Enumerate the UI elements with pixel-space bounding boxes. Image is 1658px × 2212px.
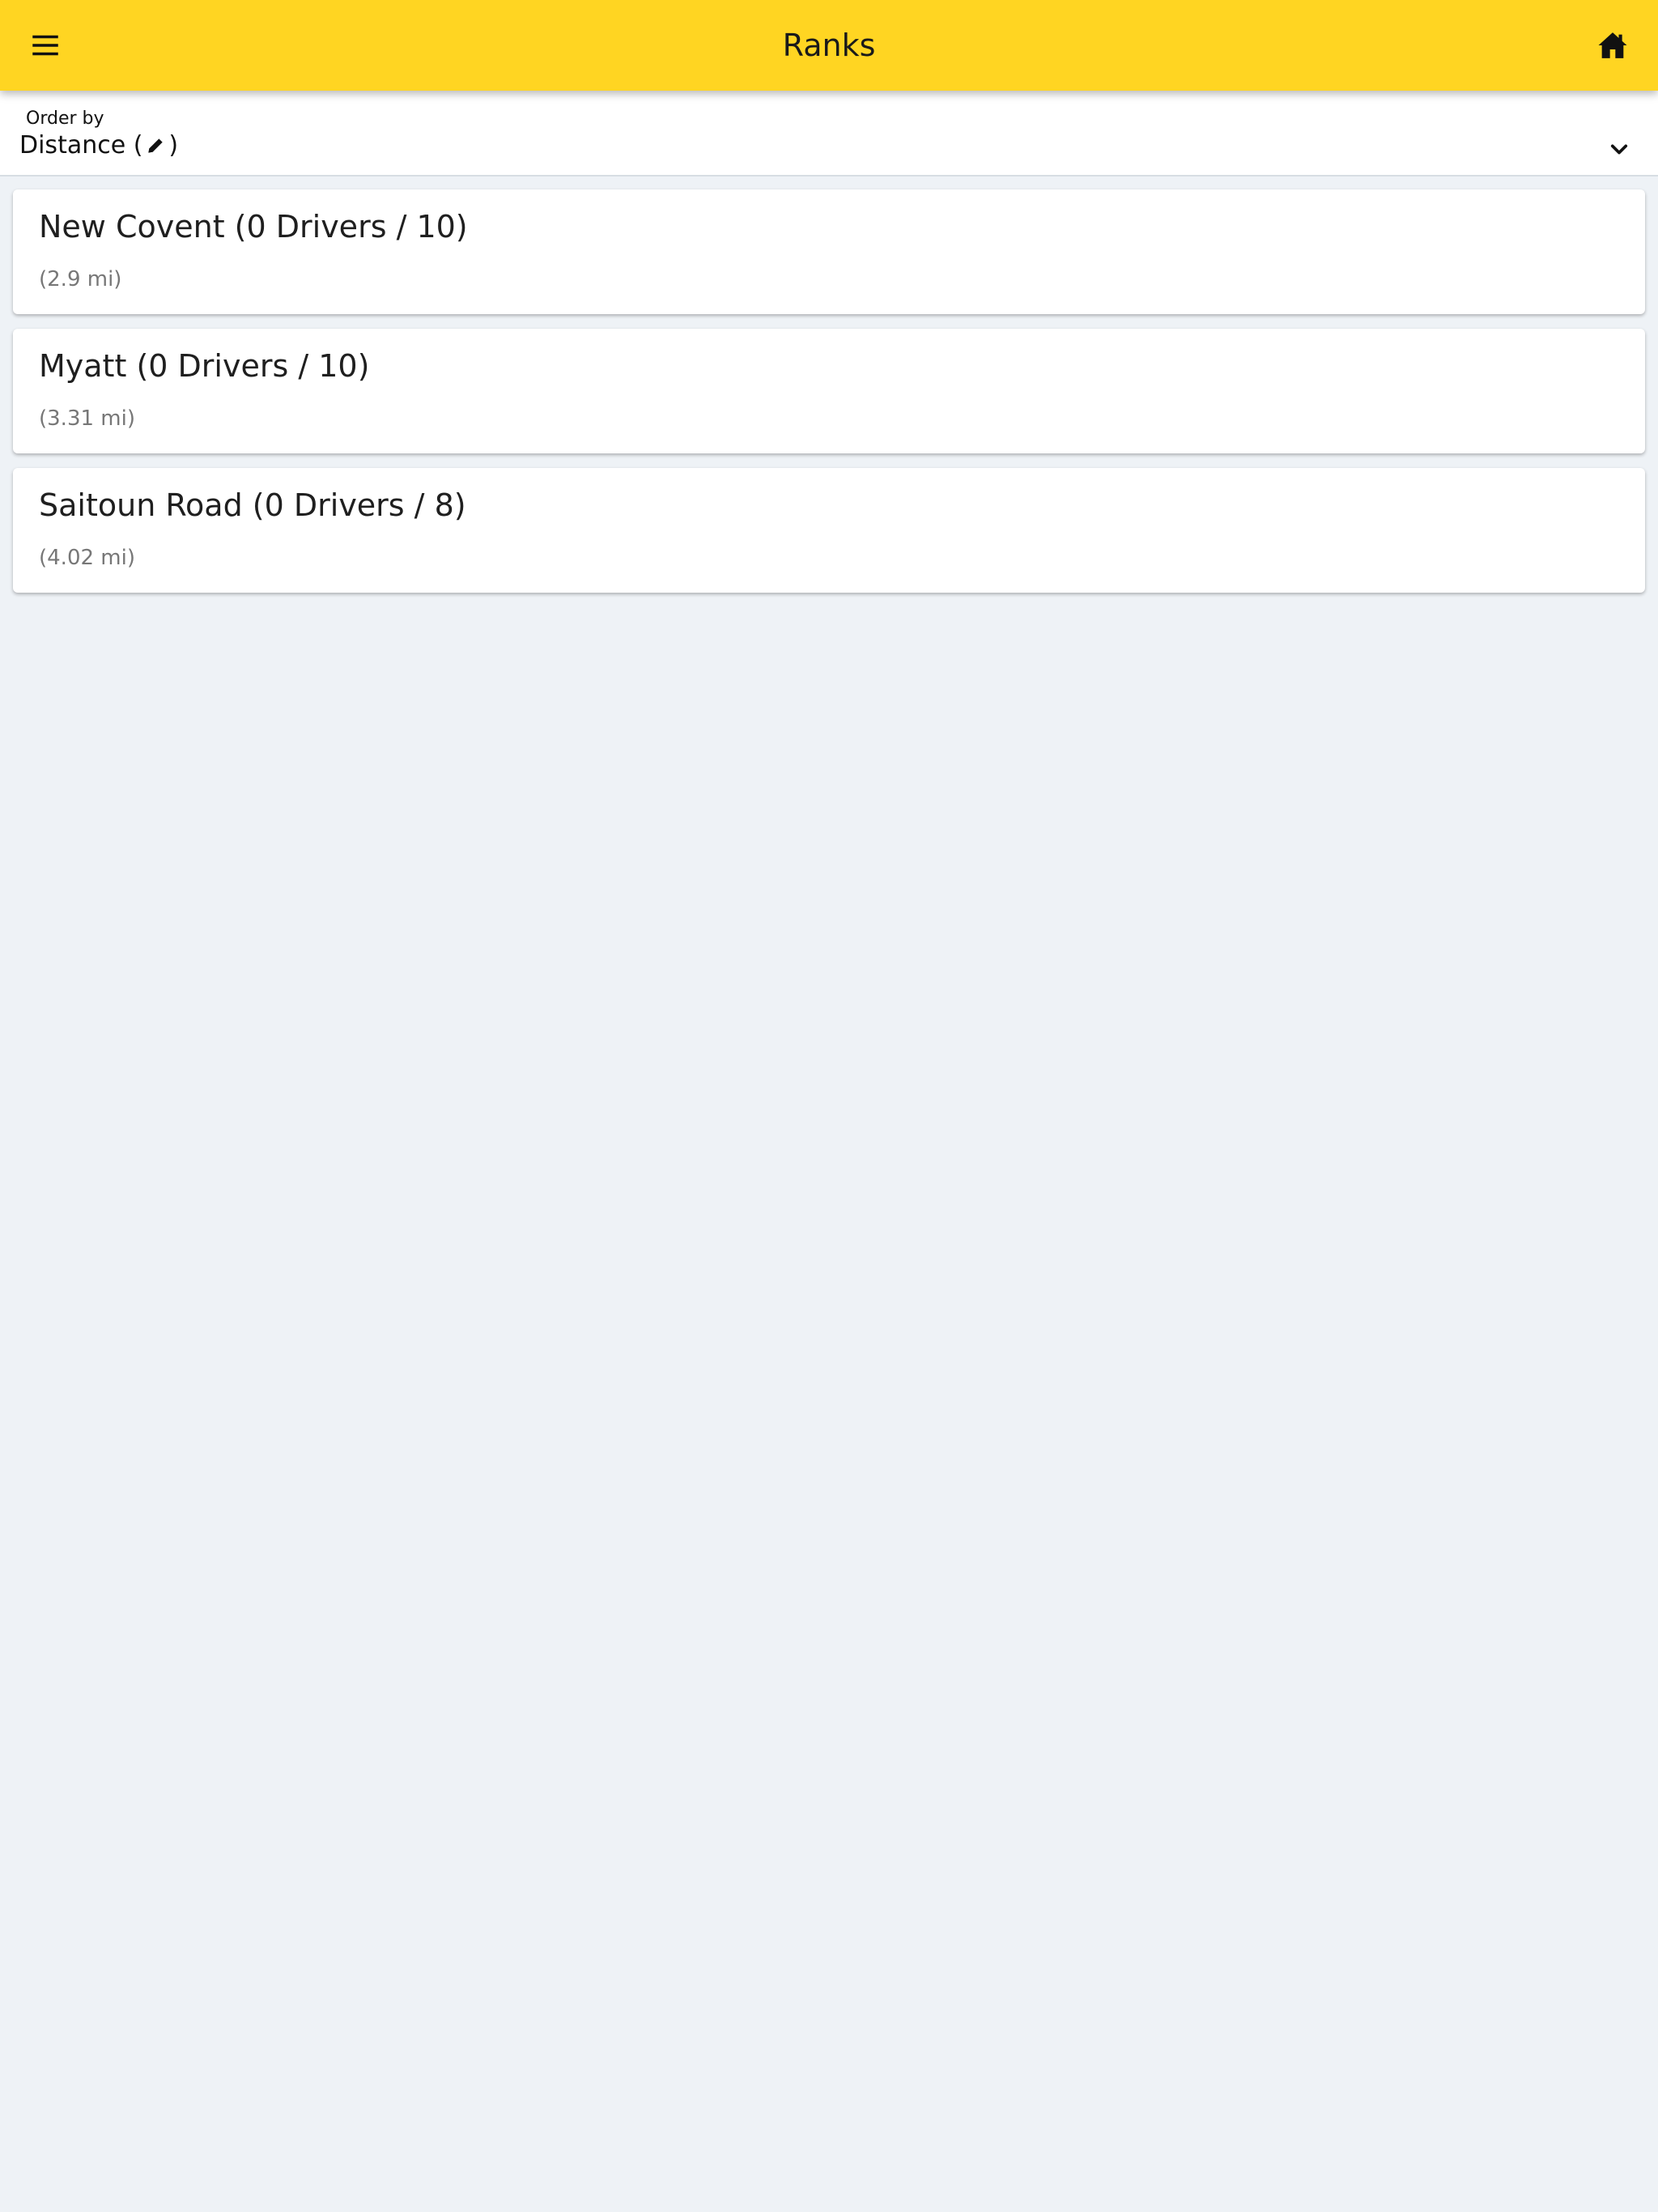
order-by-value-prefix: Distance ( <box>19 131 143 160</box>
order-by-label: Order by <box>26 108 104 129</box>
order-by-value: Distance ( ) <box>19 131 178 160</box>
rank-title: Myatt (0 Drivers / 10) <box>39 348 370 384</box>
menu-icon <box>32 35 58 56</box>
chevron-down-icon[interactable] <box>1605 134 1634 164</box>
order-by-value-suffix: ) <box>168 131 179 160</box>
home-icon <box>1598 32 1627 58</box>
rank-distance: (3.31 mi) <box>39 406 135 431</box>
rank-title: New Covent (0 Drivers / 10) <box>39 209 468 245</box>
home-button[interactable] <box>1584 16 1642 74</box>
rank-title: Saitoun Road (0 Drivers / 8) <box>39 487 466 523</box>
page-title: Ranks <box>782 28 876 63</box>
order-by-select[interactable]: Order by Distance ( ) <box>0 91 1658 177</box>
rank-card[interactable]: New Covent (0 Drivers / 10) (2.9 mi) <box>13 189 1645 314</box>
ranks-list: New Covent (0 Drivers / 10) (2.9 mi) Mya… <box>13 189 1645 607</box>
rank-card[interactable]: Saitoun Road (0 Drivers / 8) (4.02 mi) <box>13 468 1645 593</box>
menu-button[interactable] <box>16 16 74 74</box>
rank-distance: (4.02 mi) <box>39 546 135 570</box>
rank-distance: (2.9 mi) <box>39 267 122 291</box>
pencil-icon <box>143 134 168 158</box>
rank-card[interactable]: Myatt (0 Drivers / 10) (3.31 mi) <box>13 329 1645 453</box>
app-screen: Ranks Order by Distance ( ) New Covent (… <box>0 0 1658 2212</box>
top-toolbar: Ranks <box>0 0 1658 91</box>
